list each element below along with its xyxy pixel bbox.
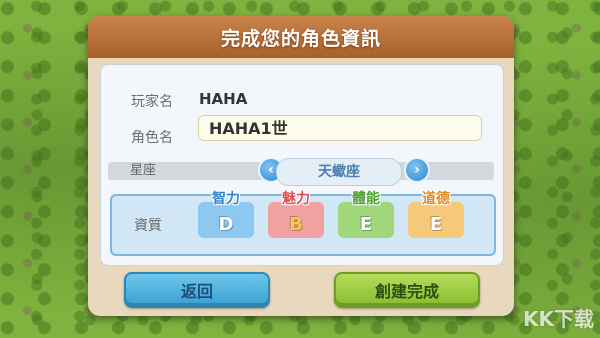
stat-grade: B — [289, 214, 303, 235]
stat-grade: D — [218, 214, 234, 235]
zodiac-value: 天蠍座 — [276, 158, 402, 186]
stat-physique[interactable]: 體能 E — [338, 190, 394, 238]
watermark-logo: KK下载 — [523, 307, 594, 331]
chevron-right-icon[interactable]: › — [404, 157, 430, 183]
stat-charm[interactable]: 魅力 B — [268, 190, 324, 238]
zodiac-row: 星座 ‹ 天蠍座 › — [108, 157, 494, 186]
stat-name: 魅力 — [282, 191, 310, 207]
create-complete-button[interactable]: 創建完成 — [334, 272, 480, 308]
dialog-title: 完成您的角色資訊 — [220, 27, 381, 50]
dialog-header: 完成您的角色資訊 — [88, 16, 514, 58]
player-name-label: 玩家名 — [131, 94, 173, 110]
aptitude-label: 資質 — [134, 218, 162, 234]
character-info-dialog: 完成您的角色資訊 玩家名 HAHA 角色名 HAHA1世 星座 ‹ 天蠍座 › … — [88, 16, 514, 316]
aptitude-panel: 資質 智力 D 魅力 B 體能 E 道德 E — [110, 191, 496, 256]
stat-intelligence[interactable]: 智力 D — [198, 190, 254, 238]
player-name-value: HAHA — [199, 90, 248, 108]
back-button[interactable]: 返回 — [124, 272, 270, 308]
zodiac-label: 星座 — [130, 163, 157, 178]
character-name-label: 角色名 — [131, 130, 173, 146]
stat-name: 智力 — [212, 191, 240, 207]
stat-morality[interactable]: 道德 E — [408, 190, 464, 238]
stat-grade: E — [359, 214, 373, 235]
stat-grade: E — [429, 214, 443, 235]
stat-name: 道德 — [422, 191, 450, 207]
character-name-input[interactable]: HAHA1世 — [198, 115, 482, 141]
stat-name: 體能 — [352, 191, 380, 207]
